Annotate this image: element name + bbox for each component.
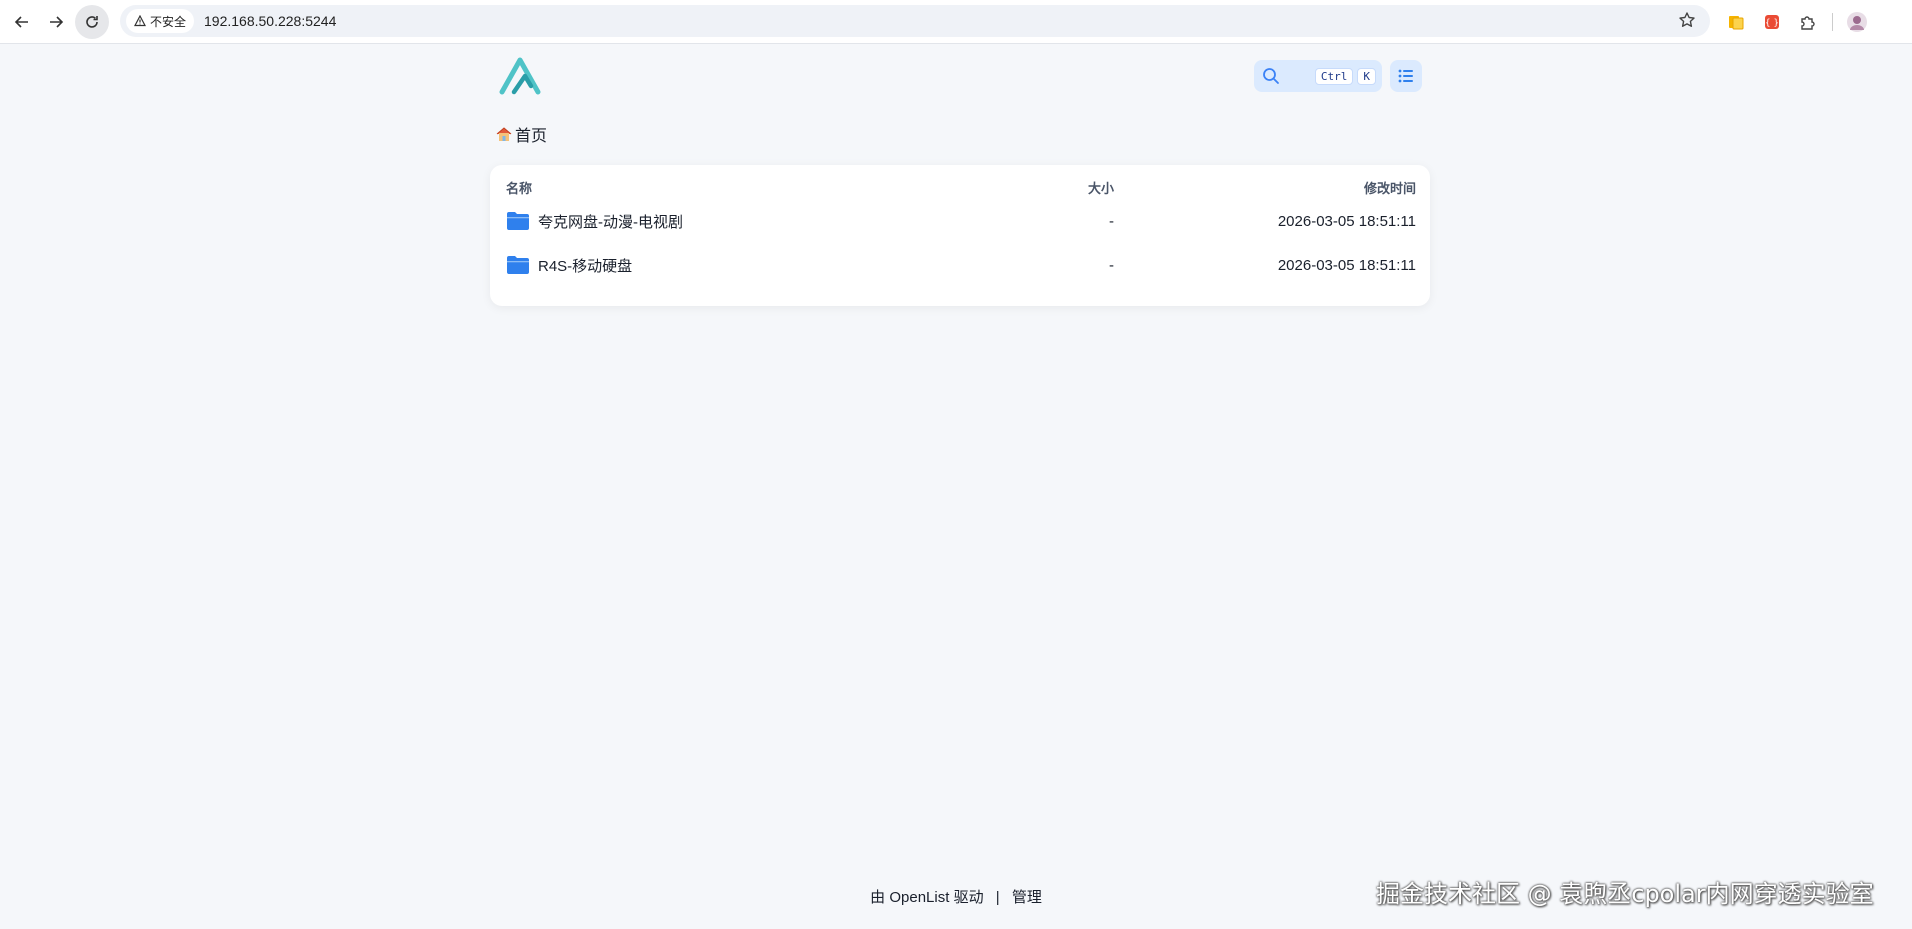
- reload-button[interactable]: [75, 4, 109, 39]
- footer-brand-link[interactable]: OpenList: [889, 889, 949, 906]
- extension-button-1[interactable]: [1724, 10, 1748, 34]
- browser-toolbar: 不安全 192.168.50.228:5244 { }: [0, 0, 1912, 44]
- url-text[interactable]: 192.168.50.228:5244: [204, 13, 336, 29]
- folder-icon: [507, 212, 529, 230]
- kbd-k: K: [1357, 67, 1376, 85]
- watermark: 掘金技术社区 @ 袁煦丞cpolar内网穿透实验室: [1376, 880, 1874, 908]
- avatar-icon: [1847, 12, 1867, 32]
- folder-icon: [507, 256, 529, 274]
- file-name[interactable]: R4S-移动硬盘: [538, 255, 632, 276]
- column-header-name[interactable]: 名称: [506, 178, 532, 197]
- search-icon: [1263, 68, 1279, 84]
- page-container: Ctrl K 首页 名称 大小 修改时间 夸克网盘-动漫-电视剧 - 2026-…: [490, 44, 1430, 306]
- file-list: 名称 大小 修改时间 夸克网盘-动漫-电视剧 - 2026-03-05 18:5…: [490, 165, 1430, 306]
- file-row[interactable]: 夸克网盘-动漫-电视剧 - 2026-03-05 18:51:11: [490, 201, 1430, 241]
- file-modified: 2026-03-05 18:51:11: [1277, 212, 1416, 230]
- footer-prefix: 由: [870, 889, 886, 906]
- file-name[interactable]: 夸克网盘-动漫-电视剧: [538, 211, 683, 232]
- extension-icon-red: { }: [1765, 15, 1779, 29]
- svg-text:{ }: { }: [1765, 19, 1779, 29]
- file-size: -: [1109, 256, 1114, 274]
- site-header: Ctrl K: [490, 44, 1430, 110]
- reload-icon: [86, 15, 98, 28]
- openlist-logo-icon[interactable]: [498, 56, 542, 96]
- breadcrumb: 首页: [496, 122, 547, 146]
- forward-button[interactable]: [39, 5, 73, 39]
- extensions-puzzle-button[interactable]: [1796, 10, 1820, 34]
- shortcut-hint: Ctrl K: [1314, 67, 1376, 85]
- star-icon: [1679, 12, 1695, 27]
- warning-icon: [134, 15, 146, 27]
- address-bar[interactable]: 不安全 192.168.50.228:5244: [120, 5, 1710, 37]
- breadcrumb-home-link[interactable]: 首页: [515, 122, 547, 146]
- bookmark-star-button[interactable]: [1678, 11, 1698, 31]
- arrow-left-icon: [14, 15, 28, 28]
- kbd-ctrl: Ctrl: [1314, 67, 1354, 85]
- extension-icon-yellow: [1729, 16, 1744, 30]
- file-list-header: 名称 大小 修改时间: [490, 173, 1430, 201]
- column-header-size[interactable]: 大小: [1088, 178, 1114, 197]
- security-label: 不安全: [150, 14, 187, 29]
- file-row[interactable]: R4S-移动硬盘 - 2026-03-05 18:51:11: [490, 245, 1430, 285]
- arrow-right-icon: [50, 15, 64, 28]
- column-header-modified[interactable]: 修改时间: [1364, 178, 1416, 197]
- home-icon: [496, 127, 512, 141]
- search-button[interactable]: Ctrl K: [1254, 60, 1382, 92]
- footer-admin-link[interactable]: 管理: [1012, 889, 1042, 906]
- file-modified: 2026-03-05 18:51:11: [1277, 256, 1416, 274]
- security-indicator[interactable]: 不安全: [126, 9, 195, 33]
- extension-button-2[interactable]: { }: [1760, 10, 1784, 34]
- profile-avatar-button[interactable]: [1845, 10, 1869, 34]
- footer-suffix: 驱动: [953, 889, 984, 906]
- back-button[interactable]: [5, 5, 39, 39]
- list-icon: [1398, 69, 1413, 83]
- layout-toggle-button[interactable]: [1390, 60, 1422, 92]
- footer-separator: |: [995, 889, 1000, 906]
- toolbar-separator: [1832, 13, 1833, 31]
- file-size: -: [1109, 212, 1114, 230]
- puzzle-icon: [1801, 16, 1815, 30]
